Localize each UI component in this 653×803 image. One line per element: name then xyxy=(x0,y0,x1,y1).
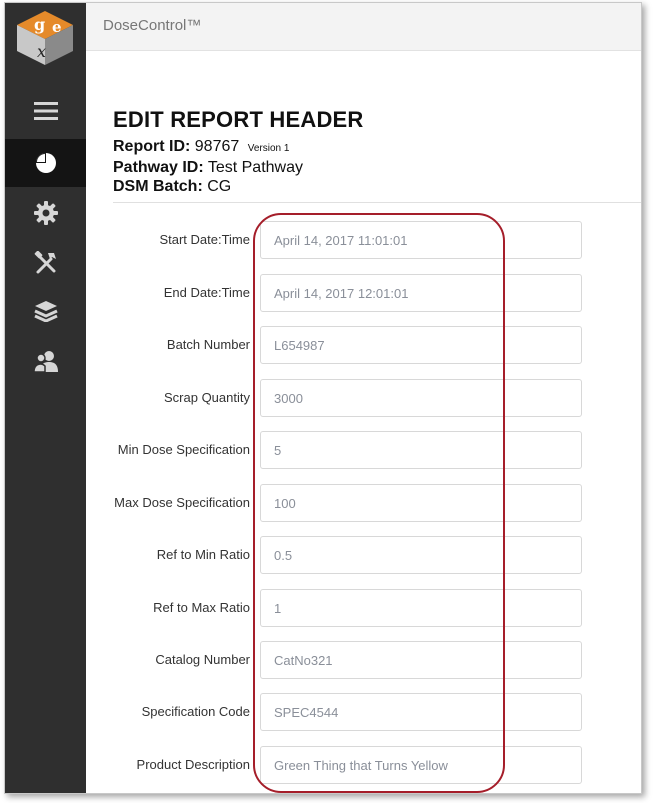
field-label: Start Date:Time xyxy=(159,232,250,247)
sidebar-item-users[interactable] xyxy=(5,337,86,385)
app-window: g e x DoseControl™ EDIT REPORT HEADER Re… xyxy=(4,2,642,794)
page-title: EDIT REPORT HEADER xyxy=(113,107,364,132)
form-row-scrap-quantity: Scrap Quantity 3000 xyxy=(86,379,606,417)
menu-icon xyxy=(33,102,58,120)
top-bar: DoseControl™ xyxy=(86,3,641,51)
report-header: EDIT REPORT HEADER Report ID: 98767 Vers… xyxy=(113,107,364,196)
pathway-label: Pathway ID: xyxy=(113,159,204,176)
field-label: Ref to Min Ratio xyxy=(156,547,250,562)
field-label: Product Description xyxy=(136,757,250,772)
form-row-batch-number: Batch Number L654987 xyxy=(86,326,606,364)
max-dose-input[interactable]: 100 xyxy=(260,484,582,522)
batch-number-input[interactable]: L654987 xyxy=(260,326,582,364)
pathway-line: Pathway ID: Test Pathway xyxy=(113,158,364,177)
report-id-label: Report ID: xyxy=(113,138,191,155)
field-label: Catalog Number xyxy=(155,652,250,667)
form-row-end-date: End Date:Time April 14, 2017 12:01:01 xyxy=(86,274,606,312)
start-date-input[interactable]: April 14, 2017 11:01:01 xyxy=(260,221,582,259)
field-label: Batch Number xyxy=(166,337,250,352)
form-row-max-dose: Max Dose Specification 100 xyxy=(86,484,606,522)
logo-letter-x: x xyxy=(37,42,46,61)
scrap-quantity-input[interactable]: 3000 xyxy=(260,379,582,417)
form-row-ref-min-ratio: Ref to Min Ratio 0.5 xyxy=(86,536,606,574)
header-divider xyxy=(113,202,641,203)
form-row-ref-max-ratio: Ref to Max Ratio 1 xyxy=(86,589,606,627)
end-date-input[interactable]: April 14, 2017 12:01:01 xyxy=(260,274,582,312)
layers-icon xyxy=(33,301,58,322)
ref-min-ratio-input[interactable]: 0.5 xyxy=(260,536,582,574)
dsm-batch-label: DSM Batch: xyxy=(113,178,203,195)
field-label: End Date:Time xyxy=(163,285,250,300)
min-dose-input[interactable]: 5 xyxy=(260,431,582,469)
gear-icon xyxy=(33,201,58,225)
version-label: Version 1 xyxy=(247,143,290,154)
app-title: DoseControl™ xyxy=(103,17,202,34)
tools-icon xyxy=(34,251,56,274)
form-row-product-description: Product Description Green Thing that Tur… xyxy=(86,746,606,784)
field-label: Ref to Max Ratio xyxy=(153,600,250,615)
ref-max-ratio-input[interactable]: 1 xyxy=(260,589,582,627)
dsm-batch-line: DSM Batch: CG xyxy=(113,177,364,196)
form-row-start-date: Start Date:Time April 14, 2017 11:01:01 xyxy=(86,221,606,259)
sidebar-item-settings[interactable] xyxy=(5,189,86,237)
field-label: Min Dose Specification xyxy=(117,442,250,457)
users-icon xyxy=(32,351,58,372)
sidebar: g e x xyxy=(5,3,86,793)
pie-chart-icon xyxy=(35,153,56,173)
sidebar-item-dashboard[interactable] xyxy=(5,139,86,187)
pathway-value: Test Pathway xyxy=(207,159,303,176)
report-id-line: Report ID: 98767 Version 1 xyxy=(113,137,364,158)
dsm-batch-value: CG xyxy=(207,178,232,195)
field-label: Specification Code xyxy=(141,704,250,719)
field-label: Scrap Quantity xyxy=(164,390,250,405)
report-id-value: 98767 xyxy=(194,138,240,155)
sidebar-item-layers[interactable] xyxy=(5,287,86,335)
field-label: Max Dose Specification xyxy=(114,495,250,510)
form-row-catalog-number: Catalog Number CatNo321 xyxy=(86,641,606,679)
product-description-input[interactable]: Green Thing that Turns Yellow xyxy=(260,746,582,784)
form-row-specification-code: Specification Code SPEC4544 xyxy=(86,693,606,731)
form-row-min-dose: Min Dose Specification 5 xyxy=(86,431,606,469)
specification-code-input[interactable]: SPEC4544 xyxy=(260,693,582,731)
sidebar-item-tools[interactable] xyxy=(5,239,86,287)
logo-letter-e: e xyxy=(52,18,62,36)
sidebar-item-menu[interactable] xyxy=(5,87,86,135)
gex-logo: g e x xyxy=(13,9,77,67)
catalog-number-input[interactable]: CatNo321 xyxy=(260,641,582,679)
logo-letter-g: g xyxy=(34,15,45,34)
